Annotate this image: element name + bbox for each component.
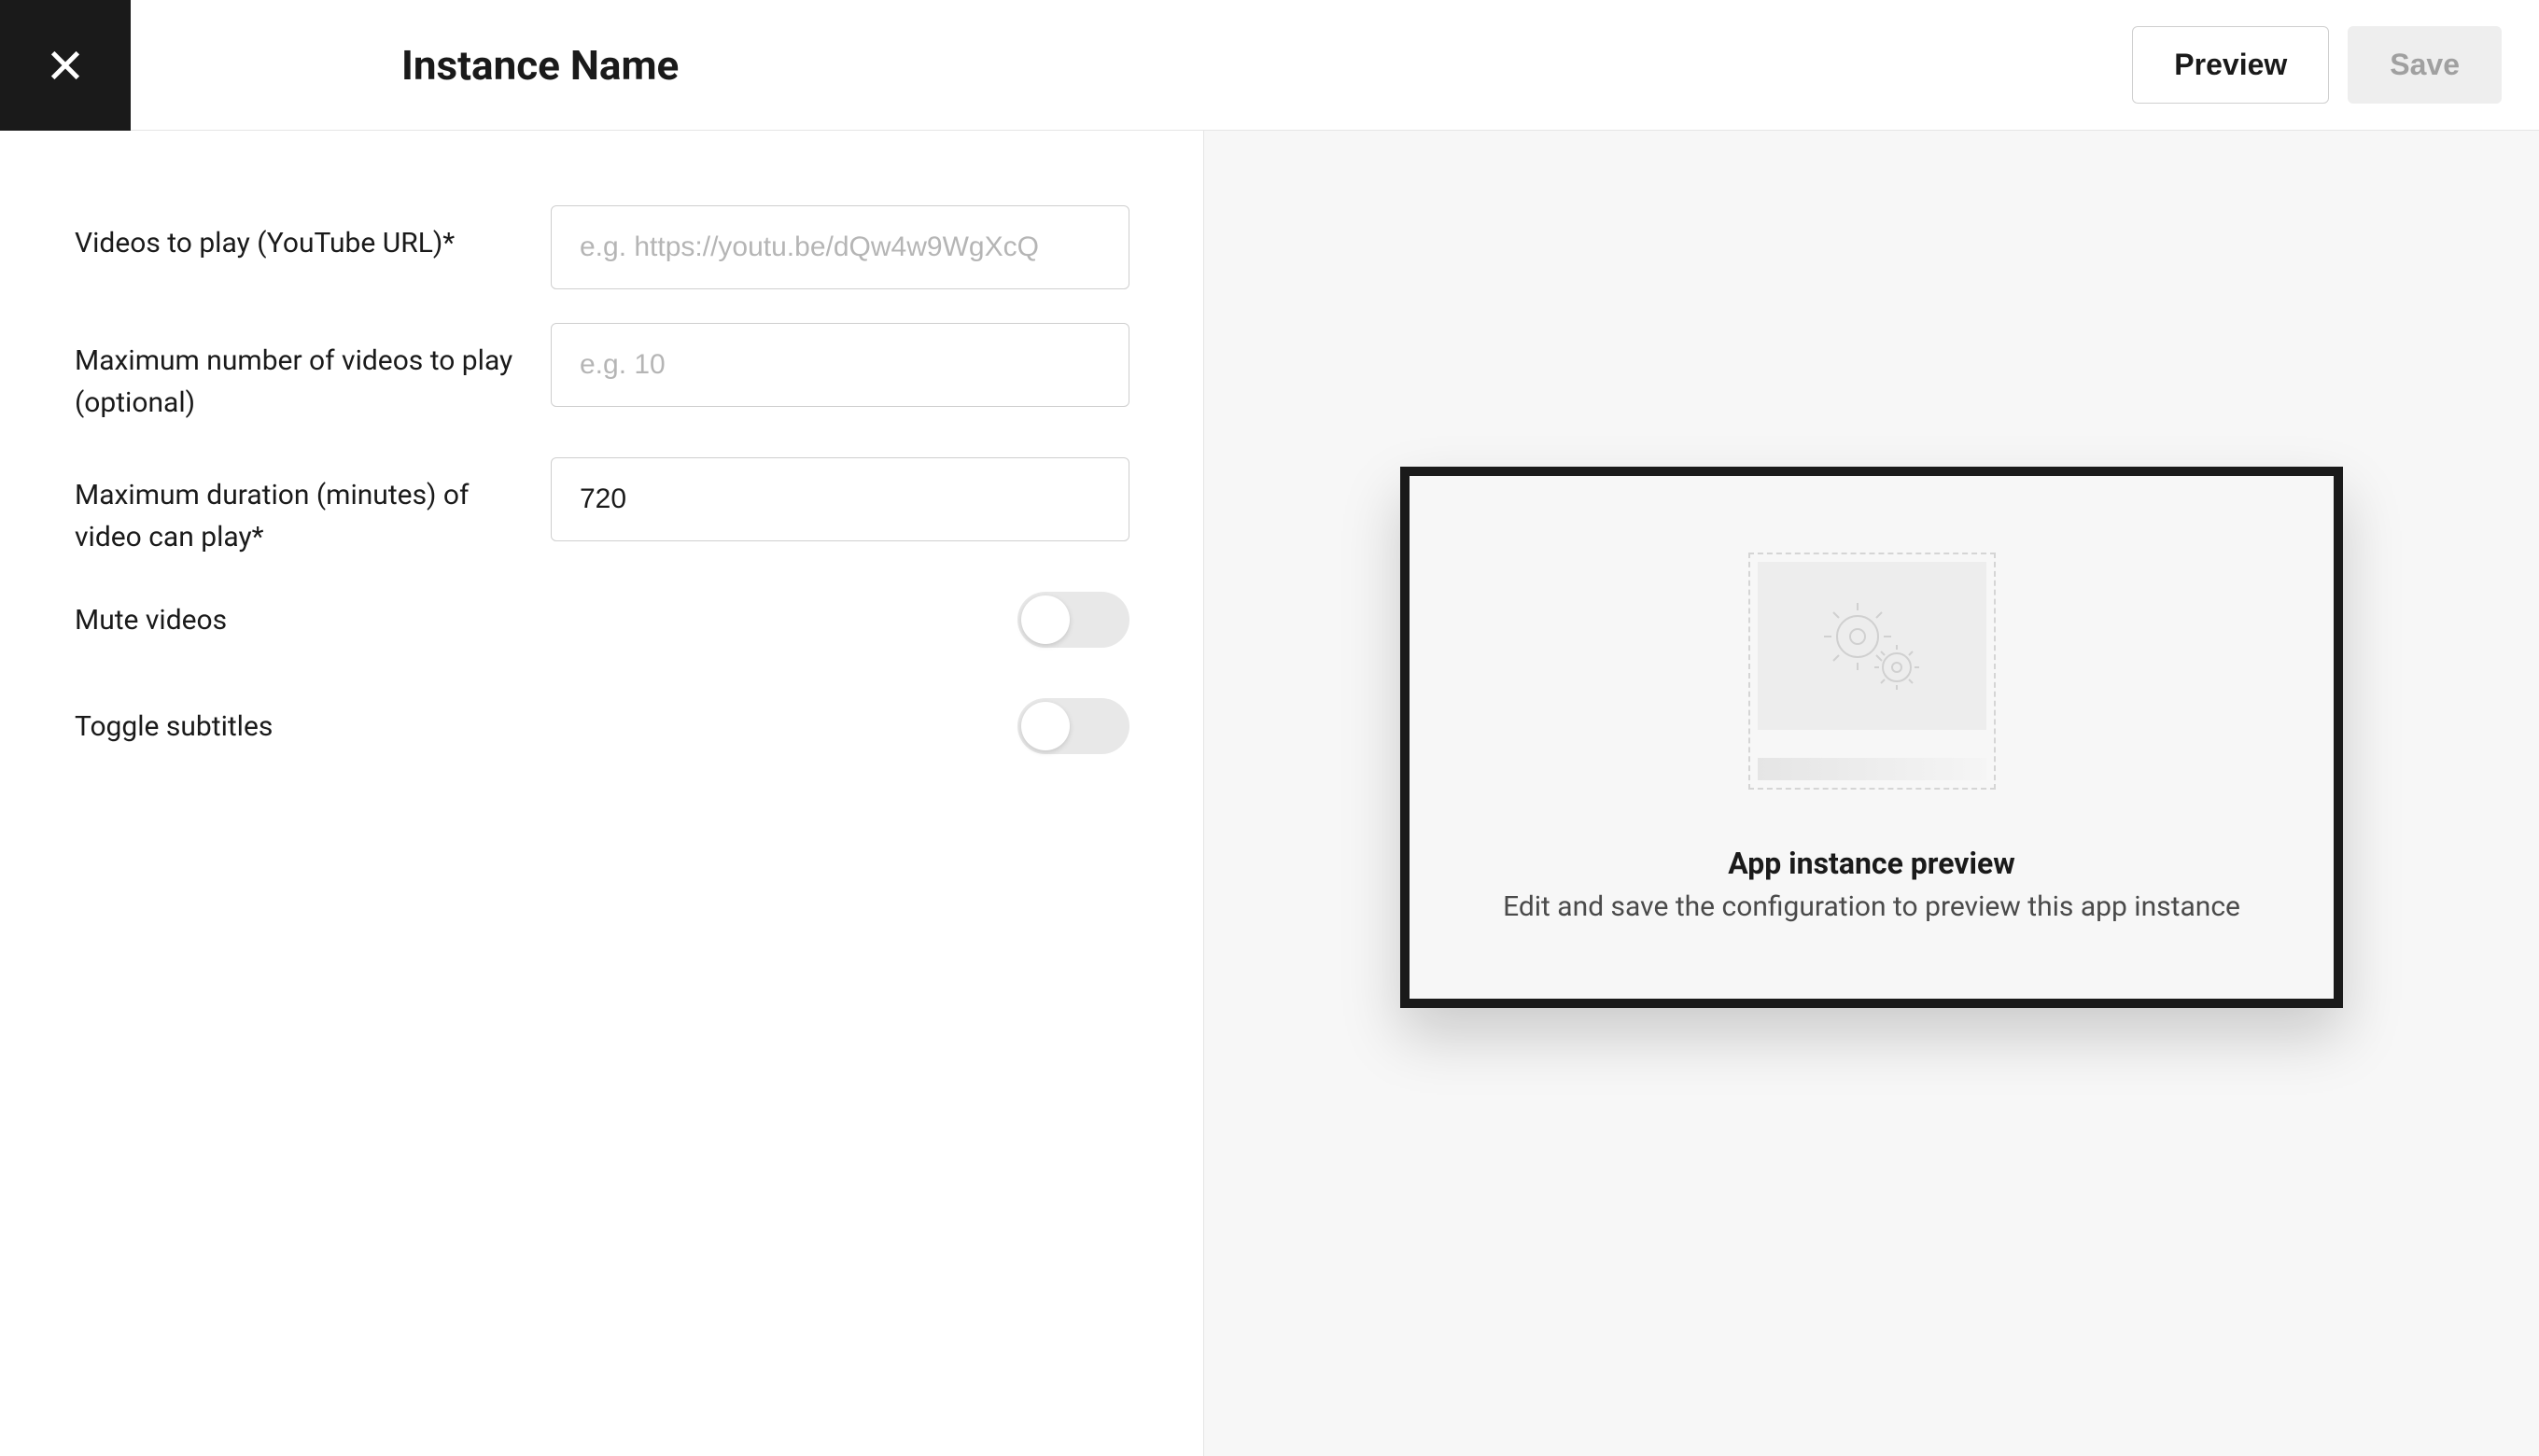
preview-title: App instance preview (1728, 846, 2015, 881)
header-actions: Preview Save (2132, 26, 2502, 104)
page-title: Instance Name (401, 41, 679, 90)
subtitles-toggle-knob (1021, 702, 1070, 750)
save-button: Save (2348, 26, 2502, 104)
form-row-videos-url: Videos to play (YouTube URL)* (75, 205, 1147, 289)
form-row-max-duration: Maximum duration (minutes) of video can … (75, 457, 1147, 558)
close-button[interactable] (0, 0, 131, 131)
form-row-max-videos: Maximum number of videos to play (option… (75, 323, 1147, 424)
videos-url-control (551, 205, 1147, 289)
placeholder-bar (1758, 758, 1986, 780)
mute-control (551, 592, 1129, 648)
mute-toggle[interactable] (1017, 592, 1129, 648)
preview-panel: App instance preview Edit and save the c… (1204, 131, 2539, 1456)
form-row-mute: Mute videos (75, 592, 1147, 648)
preview-placeholder (1748, 553, 1996, 790)
subtitles-toggle[interactable] (1017, 698, 1129, 754)
videos-url-label: Videos to play (YouTube URL)* (75, 205, 551, 264)
form-row-subtitles: Toggle subtitles (75, 698, 1147, 754)
max-duration-control (551, 457, 1147, 541)
preview-box: App instance preview Edit and save the c… (1400, 467, 2343, 1008)
main-content: Videos to play (YouTube URL)* Maximum nu… (0, 131, 2539, 1456)
max-videos-control (551, 323, 1147, 407)
max-duration-label: Maximum duration (minutes) of video can … (75, 457, 551, 558)
max-videos-label: Maximum number of videos to play (option… (75, 323, 551, 424)
mute-toggle-knob (1021, 595, 1070, 644)
preview-subtitle: Edit and save the configuration to previ… (1503, 890, 2240, 923)
form-panel: Videos to play (YouTube URL)* Maximum nu… (0, 131, 1204, 1456)
close-icon (47, 47, 84, 84)
header: Instance Name Preview Save (0, 0, 2539, 131)
placeholder-panel (1758, 562, 1986, 730)
max-videos-input[interactable] (551, 323, 1129, 407)
preview-button[interactable]: Preview (2132, 26, 2329, 104)
gears-icon (1811, 595, 1932, 697)
mute-label: Mute videos (75, 599, 551, 641)
subtitles-control (551, 698, 1129, 754)
subtitles-label: Toggle subtitles (75, 706, 551, 748)
videos-url-input[interactable] (551, 205, 1129, 289)
max-duration-input[interactable] (551, 457, 1129, 541)
